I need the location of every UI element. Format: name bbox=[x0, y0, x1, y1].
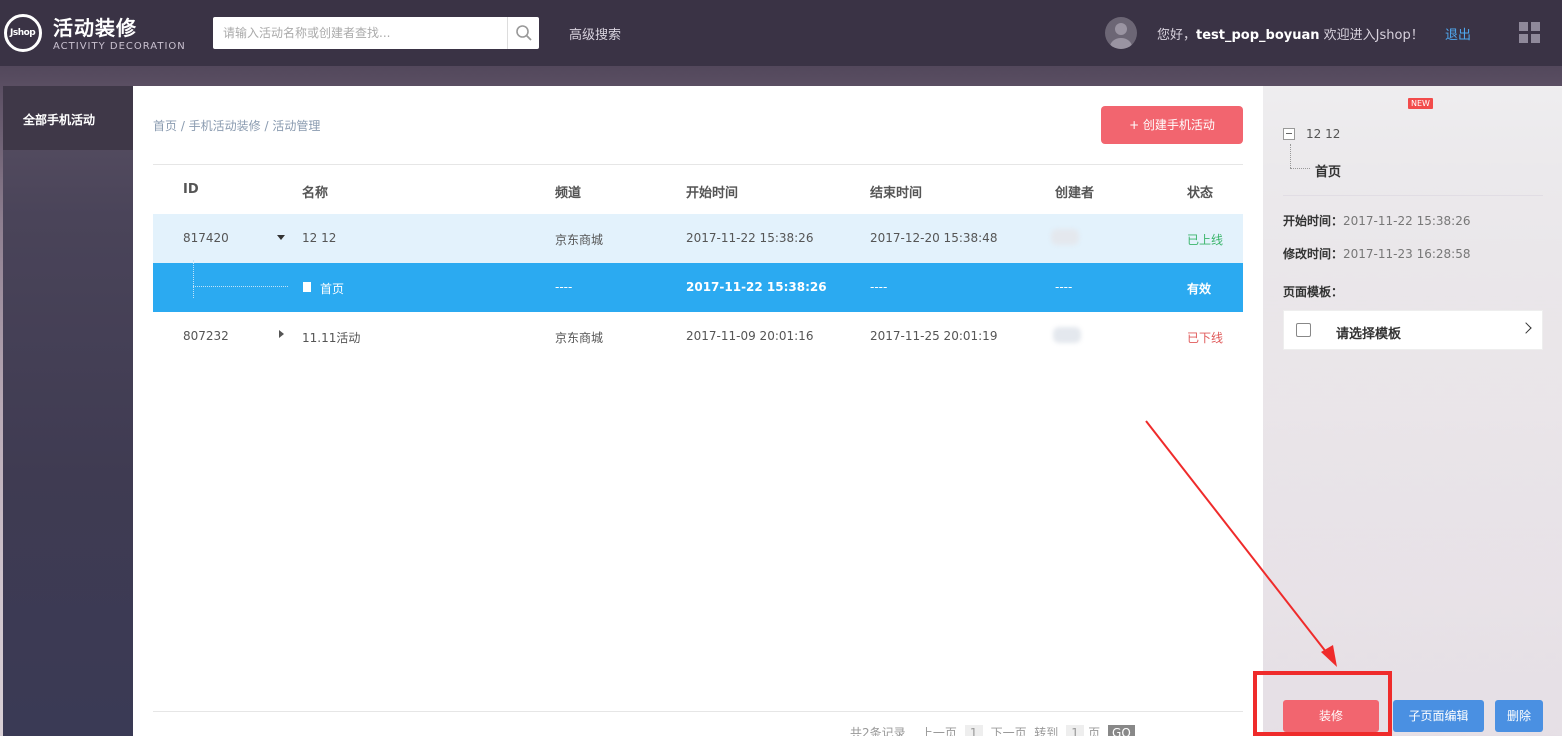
greeting-prefix: 您好， bbox=[1157, 28, 1197, 43]
tree-child-label[interactable]: 首页 bbox=[1315, 161, 1341, 180]
divider bbox=[153, 711, 1243, 712]
app-title: 活动装修 bbox=[53, 16, 137, 40]
cell-channel: 京东商城 bbox=[555, 233, 604, 247]
status-badge: 已下线 bbox=[1187, 331, 1224, 345]
activity-table: ID 名称 频道 开始时间 结束时间 创建者 状态 817420 12 12 京… bbox=[153, 164, 1243, 361]
create-activity-button[interactable]: + 创建手机活动 bbox=[1101, 106, 1243, 144]
collapse-icon[interactable] bbox=[1283, 128, 1295, 140]
table-row[interactable]: 817420 12 12 京东商城 2017-11-22 15:38:26 20… bbox=[153, 214, 1243, 263]
goto-page-input[interactable]: 1 bbox=[1066, 725, 1085, 736]
column-header-channel: 频道 bbox=[555, 186, 582, 201]
cell-start: 2017-11-09 20:01:16 bbox=[686, 329, 814, 343]
table-row[interactable]: 807232 11.11活动 京东商城 2017-11-09 20:01:16 … bbox=[153, 312, 1243, 361]
search-icon bbox=[516, 25, 532, 41]
cell-end: 2017-12-20 15:38:48 bbox=[870, 231, 998, 245]
tree-connector bbox=[1290, 144, 1291, 168]
column-header-creator: 创建者 bbox=[1055, 186, 1095, 201]
username: test_pop_boyuan bbox=[1196, 28, 1320, 43]
pagination: 共2条记录 上一页 1 下一页 转到 1页 GO bbox=[850, 724, 1135, 736]
cell-end: ---- bbox=[870, 280, 888, 294]
user-icon bbox=[1110, 23, 1132, 49]
cell-name: 首页 bbox=[320, 282, 345, 296]
subpage-edit-button[interactable]: 子页面编辑 bbox=[1393, 700, 1484, 732]
start-time-label: 开始时间： bbox=[1283, 214, 1344, 228]
delete-button[interactable]: 删除 bbox=[1495, 700, 1543, 732]
cell-id: 807232 bbox=[183, 329, 229, 343]
modified-time-label: 修改时间： bbox=[1283, 247, 1344, 261]
table-row-selected[interactable]: 首页 ---- 2017-11-22 15:38:26 ---- ---- 有效 bbox=[153, 260, 1243, 312]
greeting-suffix: 欢迎进入Jshop！ bbox=[1319, 28, 1424, 43]
select-template-label: 请选择模板 bbox=[1336, 327, 1402, 342]
creator-blurred bbox=[1053, 327, 1081, 343]
column-header-end: 结束时间 bbox=[870, 186, 923, 201]
logout-link[interactable]: 退出 bbox=[1445, 24, 1471, 43]
column-header-id: ID bbox=[183, 182, 199, 197]
select-template-button[interactable]: 请选择模板 bbox=[1283, 310, 1543, 350]
cell-id: 817420 bbox=[183, 231, 229, 245]
divider bbox=[1283, 195, 1543, 196]
column-header-name: 名称 bbox=[302, 186, 329, 201]
creator-blurred bbox=[1051, 229, 1079, 245]
page-template-label-text: 页面模板： bbox=[1283, 285, 1344, 299]
cell-end: 2017-11-25 20:01:19 bbox=[870, 329, 998, 343]
avatar[interactable] bbox=[1105, 17, 1137, 49]
current-page[interactable]: 1 bbox=[964, 725, 983, 736]
cell-start: 2017-11-22 15:38:26 bbox=[686, 231, 814, 245]
app-grid-icon[interactable] bbox=[1519, 22, 1541, 44]
search-button[interactable] bbox=[507, 17, 539, 49]
page-template-label: 页面模板： bbox=[1283, 283, 1343, 300]
cell-name: 12 12 bbox=[302, 231, 337, 245]
total-records: 共2条记录 bbox=[850, 726, 906, 736]
column-header-status: 状态 bbox=[1187, 186, 1214, 201]
tree-connector bbox=[1290, 168, 1310, 169]
start-time-value: 2017-11-22 15:38:26 bbox=[1343, 214, 1471, 228]
cell-start: 2017-11-22 15:38:26 bbox=[686, 280, 827, 294]
search-box bbox=[213, 17, 539, 49]
file-icon bbox=[303, 282, 311, 292]
main-panel: 首页 / 手机活动装修 / 活动管理 + 创建手机活动 ID 名称 频道 开始时… bbox=[133, 86, 1263, 736]
cell-channel: ---- bbox=[555, 280, 573, 294]
bag-icon bbox=[1296, 323, 1311, 337]
goto-label: 转到 bbox=[1034, 726, 1059, 736]
cell-creator: ---- bbox=[1055, 280, 1073, 294]
chevron-right-icon bbox=[1520, 322, 1532, 334]
modified-time-value: 2017-11-23 16:28:58 bbox=[1343, 247, 1471, 261]
advanced-search-link[interactable]: 高级搜索 bbox=[569, 24, 621, 43]
detail-panel: NEW 12 12 首页 开始时间：2017-11-22 15:38:26 修改… bbox=[1263, 86, 1562, 736]
table-header: ID 名称 频道 开始时间 结束时间 创建者 状态 bbox=[153, 164, 1243, 214]
expand-caret-icon[interactable] bbox=[279, 330, 284, 338]
search-input[interactable] bbox=[213, 17, 505, 49]
tree-connector bbox=[193, 286, 288, 287]
go-button[interactable]: GO bbox=[1107, 725, 1135, 736]
new-badge: NEW bbox=[1408, 98, 1433, 109]
tree-connector bbox=[193, 260, 194, 298]
highlight-box bbox=[1253, 671, 1392, 736]
sidebar-item-all-mobile-activities[interactable]: 全部手机活动 bbox=[3, 86, 133, 150]
modified-time: 修改时间：2017-11-23 16:28:58 bbox=[1283, 245, 1470, 262]
app-subtitle: ACTIVITY DECORATION bbox=[53, 41, 186, 52]
breadcrumb[interactable]: 首页 / 手机活动装修 / 活动管理 bbox=[153, 117, 320, 134]
tree-root-label[interactable]: 12 12 bbox=[1306, 127, 1340, 141]
status-badge: 已上线 bbox=[1187, 233, 1224, 247]
status-badge: 有效 bbox=[1187, 282, 1212, 296]
start-time: 开始时间：2017-11-22 15:38:26 bbox=[1283, 212, 1470, 229]
logo-text: Jshop bbox=[10, 28, 36, 38]
sidebar: 全部手机活动 bbox=[3, 86, 133, 736]
cell-name: 11.11活动 bbox=[302, 331, 361, 345]
column-header-start: 开始时间 bbox=[686, 186, 739, 201]
prev-page-link[interactable]: 上一页 bbox=[921, 726, 957, 736]
greeting: 您好，test_pop_boyuan 欢迎进入Jshop！ bbox=[1157, 24, 1424, 43]
page-unit: 页 bbox=[1088, 726, 1101, 736]
jshop-logo[interactable]: Jshop bbox=[4, 14, 42, 52]
top-bar: Jshop 活动装修 ACTIVITY DECORATION 高级搜索 您好，t… bbox=[0, 0, 1562, 66]
collapse-caret-icon[interactable] bbox=[277, 235, 285, 240]
next-page-link[interactable]: 下一页 bbox=[991, 726, 1027, 736]
cell-channel: 京东商城 bbox=[555, 331, 604, 345]
